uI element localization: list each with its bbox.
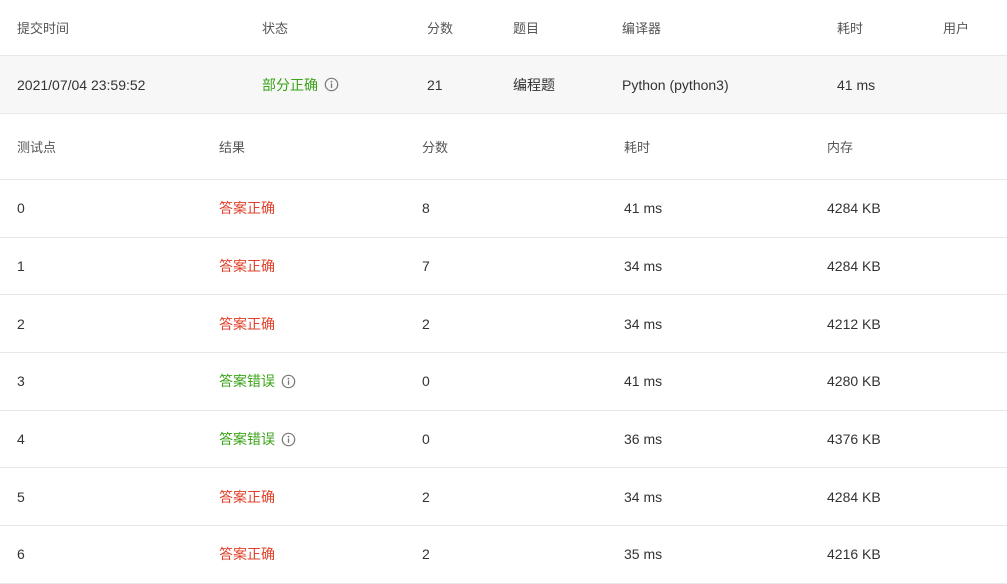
testcase-score: 2: [422, 546, 430, 563]
submission-row: 2021/07/04 23:59:52 部分正确 21 编程题 Python (…: [0, 56, 1007, 114]
testcase-id: 3: [17, 373, 25, 390]
header-score: 分数: [427, 21, 454, 36]
header-memory: 内存: [827, 140, 854, 155]
testcase-duration: 34 ms: [624, 315, 663, 332]
testcase-score: 8: [422, 200, 430, 217]
submit-time: 2021/07/04 23:59:52: [17, 76, 146, 93]
header-tc-score: 分数: [422, 140, 449, 155]
testcase-duration: 41 ms: [624, 373, 663, 390]
result-text: 答案正确: [219, 488, 275, 505]
info-circle-icon[interactable]: [324, 77, 339, 92]
submission-duration: 41 ms: [837, 76, 876, 93]
testcase-score: 2: [422, 315, 430, 332]
testcase-memory: 4284 KB: [827, 200, 881, 217]
status-text: 部分正确: [262, 76, 318, 93]
testcase-score: 0: [422, 373, 430, 390]
info-circle-icon[interactable]: [281, 432, 296, 447]
testcase-result[interactable]: 答案错误: [219, 353, 296, 410]
testcase-id: 1: [17, 258, 25, 275]
testcase-result: 答案正确: [219, 238, 275, 295]
testcase-memory: 4216 KB: [827, 546, 881, 563]
submission-header-row: 提交时间 状态 分数 题目 编译器 耗时 用户: [0, 0, 1007, 56]
header-submit-time: 提交时间: [17, 21, 70, 36]
testcase-memory: 4280 KB: [827, 373, 881, 390]
testcase-result: 答案正确: [219, 468, 275, 525]
info-circle-icon[interactable]: [281, 374, 296, 389]
table-row: 2 答案正确 2 34 ms 4212 KB: [0, 295, 1007, 354]
testcase-memory: 4376 KB: [827, 431, 881, 448]
submission-score: 21: [427, 76, 443, 93]
testcase-duration: 36 ms: [624, 431, 663, 448]
header-user: 用户: [943, 21, 970, 36]
table-row: 6 答案正确 2 35 ms 4216 KB: [0, 526, 1007, 584]
testcase-result: 答案正确: [219, 526, 275, 583]
result-text: 答案正确: [219, 200, 275, 217]
testcase-score: 7: [422, 258, 430, 275]
header-duration: 耗时: [837, 21, 864, 36]
testcase-id: 2: [17, 315, 25, 332]
table-row: 1 答案正确 7 34 ms 4284 KB: [0, 238, 1007, 296]
testcase-memory: 4284 KB: [827, 258, 881, 275]
table-row: 3 答案错误 0 41 ms 4280 KB: [0, 353, 1007, 411]
result-text: 答案正确: [219, 315, 275, 332]
testcase-id: 4: [17, 431, 25, 448]
testcase-duration: 35 ms: [624, 546, 663, 563]
header-problem: 题目: [513, 21, 540, 36]
testcase-duration: 41 ms: [624, 200, 663, 217]
header-tc-duration: 耗时: [624, 140, 651, 155]
testcase-score: 0: [422, 431, 430, 448]
testcase-body: 0 答案正确 8 41 ms 4284 KB 1 答案正确 7 34 ms 42…: [0, 180, 1007, 584]
testcase-memory: 4212 KB: [827, 315, 881, 332]
result-text: 答案正确: [219, 546, 275, 563]
testcase-duration: 34 ms: [624, 488, 663, 505]
result-text: 答案错误: [219, 431, 275, 448]
result-text: 答案错误: [219, 373, 275, 390]
testcase-result[interactable]: 答案错误: [219, 411, 296, 468]
testcase-duration: 34 ms: [624, 258, 663, 275]
header-status: 状态: [262, 21, 289, 36]
header-testcase: 测试点: [17, 140, 57, 155]
testcase-id: 0: [17, 200, 25, 217]
table-row: 0 答案正确 8 41 ms 4284 KB: [0, 180, 1007, 238]
table-row: 4 答案错误 0 36 ms 4376 KB: [0, 411, 1007, 469]
submission-status[interactable]: 部分正确: [262, 56, 339, 113]
table-row: 5 答案正确 2 34 ms 4284 KB: [0, 468, 1007, 527]
testcase-header-row: 测试点 结果 分数 耗时 内存: [0, 114, 1007, 180]
result-text: 答案正确: [219, 258, 275, 275]
header-compiler: 编译器: [622, 21, 662, 36]
header-result: 结果: [219, 140, 246, 155]
testcase-score: 2: [422, 488, 430, 505]
testcase-memory: 4284 KB: [827, 488, 881, 505]
submission-table: 提交时间 状态 分数 题目 编译器 耗时 用户 2021/07/04 23:59…: [0, 0, 1007, 114]
testcase-result: 答案正确: [219, 180, 275, 237]
testcase-table: 测试点 结果 分数 耗时 内存 0 答案正确 8 41 ms 4284 KB 1…: [0, 114, 1007, 584]
submission-compiler: Python (python3): [622, 76, 729, 93]
testcase-id: 5: [17, 488, 25, 505]
submission-problem[interactable]: 编程题: [513, 56, 555, 113]
testcase-id: 6: [17, 546, 25, 563]
testcase-result: 答案正确: [219, 295, 275, 352]
